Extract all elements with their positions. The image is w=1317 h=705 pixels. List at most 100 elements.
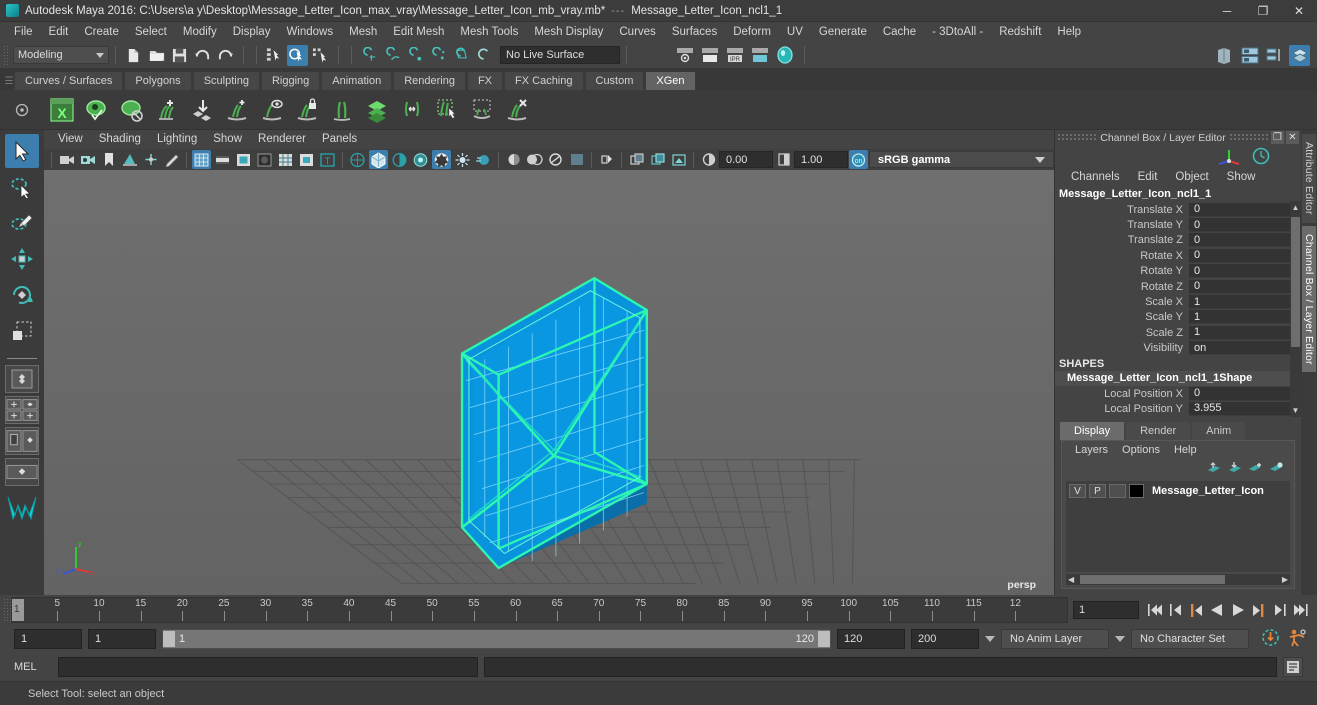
layer-list-hscrollbar[interactable]: ◀ ▶ bbox=[1066, 574, 1290, 585]
channel-value-field[interactable]: 0 bbox=[1189, 248, 1301, 263]
channel-row[interactable]: Local Position X 0 bbox=[1055, 386, 1301, 401]
menuset-dropdown[interactable]: Modeling bbox=[13, 46, 109, 64]
render-view-icon[interactable] bbox=[674, 45, 695, 66]
scroll-right-icon[interactable]: ▶ bbox=[1282, 575, 1290, 584]
new-scene-icon[interactable] bbox=[123, 45, 144, 66]
layer-hscroll-thumb[interactable] bbox=[1080, 575, 1225, 584]
film-gate-icon[interactable] bbox=[213, 150, 232, 169]
menu-item-display[interactable]: Display bbox=[225, 22, 279, 42]
preview-all-icon[interactable] bbox=[81, 94, 113, 126]
shelf-tab-rendering[interactable]: Rendering bbox=[393, 71, 466, 90]
character-set-dropdown[interactable]: No Character Set bbox=[1131, 629, 1249, 649]
menu-item-mesh[interactable]: Mesh bbox=[341, 22, 385, 42]
tool-settings-toggle-icon[interactable] bbox=[1264, 45, 1285, 66]
menu-item-windows[interactable]: Windows bbox=[278, 22, 341, 42]
move-tool-button[interactable] bbox=[5, 242, 39, 276]
channel-value-field[interactable]: 0 bbox=[1189, 386, 1301, 401]
viewport-menu-lighting[interactable]: Lighting bbox=[149, 130, 205, 149]
snap-view-plane-icon[interactable] bbox=[451, 45, 472, 66]
xray-active-component-icon[interactable] bbox=[567, 150, 586, 169]
safe-action-icon[interactable] bbox=[297, 150, 316, 169]
layer-menu-layers[interactable]: Layers bbox=[1068, 444, 1115, 456]
dock-tab-attribute-editor[interactable]: Attribute Editor bbox=[1302, 134, 1316, 223]
range-start-field[interactable]: 1 bbox=[88, 629, 156, 649]
gate-mask-icon[interactable] bbox=[255, 150, 274, 169]
shelf-tab-animation[interactable]: Animation bbox=[321, 71, 393, 90]
range-slider-bar[interactable]: 1 120 bbox=[162, 629, 831, 649]
undock-icon[interactable]: ❐ bbox=[1271, 131, 1284, 144]
attribute-editor-toggle-icon[interactable] bbox=[1239, 45, 1260, 66]
menu-item-curves[interactable]: Curves bbox=[611, 22, 663, 42]
lasso-select-tool-button[interactable] bbox=[5, 170, 39, 204]
step-forward-frame-icon[interactable] bbox=[1249, 599, 1269, 621]
panel-grip[interactable] bbox=[1057, 133, 1097, 142]
go-to-end-icon[interactable] bbox=[1291, 599, 1311, 621]
anim-start-field[interactable]: 1 bbox=[14, 629, 82, 649]
save-scene-icon[interactable] bbox=[169, 45, 190, 66]
channel-value-field[interactable]: 0 bbox=[1189, 264, 1301, 279]
anim-layer-chevron-icon[interactable] bbox=[985, 636, 995, 642]
undo-icon[interactable] bbox=[192, 45, 213, 66]
layer-name[interactable]: Message_Letter_Icon bbox=[1152, 485, 1264, 497]
snap-point-icon[interactable] bbox=[405, 45, 426, 66]
anim-layer-dropdown[interactable]: No Anim Layer bbox=[1001, 629, 1109, 649]
resolution-gate-icon[interactable] bbox=[234, 150, 253, 169]
panel-close-icon[interactable]: ✕ bbox=[1286, 131, 1299, 144]
animation-preferences-icon[interactable] bbox=[1288, 628, 1307, 650]
snap-projected-center-icon[interactable] bbox=[428, 45, 449, 66]
channel-value-field[interactable]: 0 bbox=[1189, 218, 1301, 233]
channel-value-field[interactable]: 0 bbox=[1189, 279, 1301, 294]
range-left-handle[interactable] bbox=[163, 631, 175, 647]
viewport-menu-view[interactable]: View bbox=[50, 130, 91, 149]
select-camera-icon[interactable] bbox=[57, 150, 76, 169]
time-slider-grip[interactable] bbox=[3, 598, 11, 622]
channel-value-field[interactable]: on bbox=[1189, 341, 1301, 356]
scroll-left-icon[interactable]: ◀ bbox=[1066, 575, 1074, 584]
range-end-field[interactable]: 120 bbox=[837, 629, 905, 649]
channel-row[interactable]: Rotate X 0 bbox=[1055, 248, 1301, 263]
two-pane-split-layout-button[interactable] bbox=[5, 427, 39, 455]
shelf-grip[interactable]: ☰ bbox=[4, 72, 14, 90]
field-chart-icon[interactable] bbox=[276, 150, 295, 169]
step-back-keyframe-icon[interactable] bbox=[1165, 599, 1185, 621]
create-new-layer-icon[interactable] bbox=[1248, 461, 1263, 477]
make-live-icon[interactable] bbox=[474, 45, 495, 66]
persp-viewport[interactable]: y x z persp bbox=[44, 170, 1054, 595]
menu-item-mesh-tools[interactable]: Mesh Tools bbox=[452, 22, 526, 42]
channel-row[interactable]: Scale Z 1 bbox=[1055, 325, 1301, 340]
channel-row[interactable]: Scale X 1 bbox=[1055, 294, 1301, 310]
lock-guide-icon[interactable] bbox=[291, 94, 323, 126]
region-mask-icon[interactable] bbox=[466, 94, 498, 126]
exposure-field[interactable]: 0.00 bbox=[719, 151, 773, 168]
duplicate-view-icon[interactable] bbox=[627, 150, 646, 169]
menu-item-modify[interactable]: Modify bbox=[175, 22, 225, 42]
menu-item-redshift[interactable]: Redshift bbox=[991, 22, 1049, 42]
anim-end-field[interactable]: 200 bbox=[911, 629, 979, 649]
xray-joints-icon[interactable] bbox=[546, 150, 565, 169]
channel-box-menu-channels[interactable]: Channels bbox=[1063, 171, 1128, 183]
channel-value-field[interactable]: 0 bbox=[1189, 233, 1301, 248]
tear-off-copy-icon[interactable] bbox=[648, 150, 667, 169]
menu-item-cache[interactable]: Cache bbox=[875, 22, 924, 42]
channel-row[interactable]: Translate Y 0 bbox=[1055, 217, 1301, 233]
snapshot-view-icon[interactable] bbox=[669, 150, 688, 169]
color-management-dropdown[interactable]: sRGB gamma bbox=[869, 151, 1054, 168]
layer-list[interactable]: V P Message_Letter_Icon bbox=[1066, 480, 1290, 572]
xray-icon[interactable] bbox=[525, 150, 544, 169]
grid-toggle-icon[interactable] bbox=[192, 150, 211, 169]
ipr-render-icon[interactable]: IPR bbox=[724, 45, 745, 66]
maximize-icon[interactable]: ❐ bbox=[1245, 0, 1281, 22]
shelf-tab-fx-caching[interactable]: FX Caching bbox=[504, 71, 584, 90]
redo-icon[interactable] bbox=[215, 45, 236, 66]
screen-space-ao-icon[interactable] bbox=[453, 150, 472, 169]
menu-item-uv[interactable]: UV bbox=[779, 22, 811, 42]
gamma-icon[interactable] bbox=[774, 150, 793, 169]
channel-value-field[interactable]: 1 bbox=[1189, 310, 1301, 325]
select-object-icon[interactable] bbox=[287, 44, 308, 66]
move-layer-down-icon[interactable] bbox=[1227, 461, 1242, 477]
shelf-tab-rigging[interactable]: Rigging bbox=[260, 71, 321, 90]
menu-item-help[interactable]: Help bbox=[1049, 22, 1089, 42]
show-hide-editors-icon[interactable] bbox=[1214, 45, 1235, 66]
layer-editor-tab-render[interactable]: Render bbox=[1126, 421, 1191, 440]
add-description-icon[interactable] bbox=[151, 94, 183, 126]
